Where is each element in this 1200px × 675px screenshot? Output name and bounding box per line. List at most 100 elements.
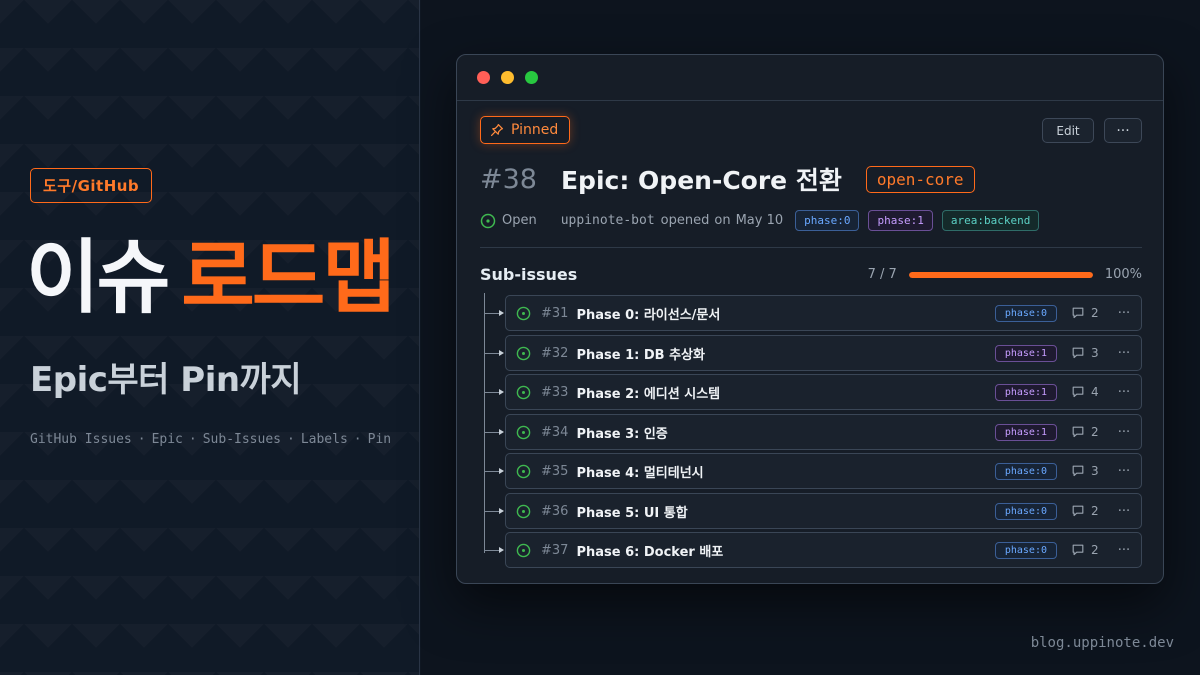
open-issue-icon bbox=[516, 385, 531, 399]
maximize-window-button[interactable] bbox=[525, 71, 538, 84]
sub-issue-row[interactable]: #36 Phase 5: UI 통합 phase:0 2 ··· bbox=[485, 493, 1142, 529]
sub-issue-label[interactable]: phase:1 bbox=[994, 383, 1057, 401]
category-badge: 도구/GitHub bbox=[30, 168, 153, 203]
hero-tag: Epic bbox=[151, 432, 183, 447]
hero-panel: 도구/GitHub 이슈 로드맵 Epic부터 Pin까지 GitHub Issu… bbox=[0, 0, 420, 675]
sub-issue-number: #35 bbox=[541, 463, 569, 479]
sub-issues-percent: 100% bbox=[1104, 267, 1142, 282]
progress-fill bbox=[908, 271, 1093, 278]
sub-issue-title[interactable]: Phase 4: 멀티테넌시 bbox=[576, 462, 703, 481]
open-issue-icon bbox=[516, 464, 531, 478]
hero-tag: GitHub Issues bbox=[30, 432, 132, 447]
hero-tag: Sub-Issues bbox=[202, 432, 281, 447]
open-issue-icon bbox=[516, 346, 531, 360]
sub-issue-row[interactable]: #37 Phase 6: Docker 배포 phase:0 2 ··· bbox=[485, 532, 1142, 568]
more-options-button[interactable]: ··· bbox=[1104, 118, 1142, 143]
hero-tags: GitHub Issues · Epic · Sub-Issues · Labels · Pin bbox=[30, 432, 391, 447]
sub-issues-heading: Sub-issues bbox=[480, 265, 578, 284]
row-more-button[interactable]: ··· bbox=[1107, 306, 1141, 321]
tree-arrow-icon bbox=[499, 310, 504, 316]
sub-issue-title[interactable]: Phase 0: 라이선스/문서 bbox=[576, 304, 720, 323]
pinned-badge: Pinned bbox=[480, 116, 571, 144]
comment-count[interactable]: 4 bbox=[1071, 385, 1107, 399]
open-issue-icon bbox=[480, 213, 496, 228]
comment-count[interactable]: 3 bbox=[1071, 464, 1107, 478]
label-chip[interactable]: area:backend bbox=[941, 210, 1040, 231]
label-chip[interactable]: phase:0 bbox=[795, 210, 860, 231]
comment-count[interactable]: 2 bbox=[1071, 425, 1107, 439]
row-more-button[interactable]: ··· bbox=[1107, 425, 1141, 440]
issue-state: Open bbox=[502, 213, 537, 228]
open-issue-icon bbox=[516, 425, 531, 439]
hero-tag: Labels bbox=[300, 432, 348, 447]
issue-header: #38 Epic: Open-Core 전환 open-core bbox=[480, 161, 975, 197]
row-more-button[interactable]: ··· bbox=[1107, 504, 1141, 519]
tag-separator: · bbox=[353, 432, 362, 447]
comment-icon bbox=[1072, 347, 1084, 359]
sub-issue-title[interactable]: Phase 6: Docker 배포 bbox=[576, 541, 723, 560]
comment-count[interactable]: 2 bbox=[1071, 504, 1107, 518]
comment-count-value: 2 bbox=[1091, 543, 1099, 557]
sub-issue-title[interactable]: Phase 5: UI 통합 bbox=[576, 502, 687, 521]
minimize-window-button[interactable] bbox=[501, 71, 514, 84]
sub-issues-count: 7 / 7 bbox=[867, 267, 897, 282]
sub-issue-title[interactable]: Phase 2: 에디션 시스템 bbox=[576, 383, 720, 402]
issue-author[interactable]: uppinote-bot bbox=[561, 213, 655, 228]
edit-button[interactable]: Edit bbox=[1042, 118, 1094, 143]
sub-issue-number: #33 bbox=[541, 384, 569, 400]
sub-issue-row[interactable]: #32 Phase 1: DB 추상화 phase:1 3 ··· bbox=[485, 335, 1142, 371]
row-more-button[interactable]: ··· bbox=[1107, 346, 1141, 361]
sub-issue-row[interactable]: #34 Phase 3: 인증 phase:1 2 ··· bbox=[485, 414, 1142, 450]
tag-separator: · bbox=[287, 432, 295, 447]
comment-icon bbox=[1072, 307, 1084, 319]
sub-issues-progress bbox=[908, 271, 1093, 278]
hero-title-orange: 로드맵 bbox=[181, 231, 396, 324]
divider bbox=[480, 247, 1142, 248]
sub-issue-label[interactable]: phase:1 bbox=[994, 344, 1057, 362]
comment-count-value: 2 bbox=[1091, 425, 1099, 439]
issue-window: Pinned Edit ··· #38 Epic: Open-Core 전환 o… bbox=[456, 54, 1164, 584]
comment-icon bbox=[1072, 505, 1084, 517]
hero-title-white: 이슈 bbox=[26, 231, 170, 324]
tree-arrow-icon bbox=[499, 468, 504, 474]
sub-issue-title[interactable]: Phase 1: DB 추상화 bbox=[576, 344, 705, 363]
comment-count-value: 3 bbox=[1091, 346, 1099, 360]
issue-title: Epic: Open-Core 전환 bbox=[560, 166, 842, 195]
comment-count-value: 2 bbox=[1091, 306, 1099, 320]
sub-issue-label[interactable]: phase:0 bbox=[994, 462, 1057, 480]
comment-count[interactable]: 3 bbox=[1071, 346, 1107, 360]
tree-line bbox=[484, 293, 485, 553]
sub-issue-number: #32 bbox=[541, 345, 569, 361]
issue-on: on bbox=[714, 213, 731, 228]
comment-count-value: 3 bbox=[1091, 464, 1099, 478]
sub-issues-header: Sub-issues 7 / 7 100% bbox=[480, 265, 1142, 284]
row-more-button[interactable]: ··· bbox=[1107, 464, 1141, 479]
comment-icon bbox=[1072, 386, 1084, 398]
sub-issue-row[interactable]: #31 Phase 0: 라이선스/문서 phase:0 2 ··· bbox=[485, 295, 1142, 331]
comment-count[interactable]: 2 bbox=[1071, 306, 1107, 320]
footer-site: blog.uppinote.dev bbox=[1030, 635, 1174, 651]
issue-meta: Open uppinote-bot opened on May 10 phase… bbox=[480, 210, 1048, 231]
hero-tag: Pin bbox=[367, 432, 392, 447]
open-issue-icon bbox=[516, 543, 531, 557]
hero-subtitle: Epic부터 Pin까지 bbox=[30, 360, 302, 400]
label-chip[interactable]: phase:1 bbox=[868, 210, 933, 231]
comment-icon bbox=[1072, 465, 1084, 477]
pinned-label: Pinned bbox=[511, 122, 559, 138]
row-more-button[interactable]: ··· bbox=[1107, 385, 1141, 400]
comment-count[interactable]: 2 bbox=[1071, 543, 1107, 557]
open-issue-icon bbox=[516, 306, 531, 320]
comment-icon bbox=[1072, 544, 1084, 556]
sub-issue-label[interactable]: phase:0 bbox=[994, 502, 1057, 520]
sub-issue-row[interactable]: #35 Phase 4: 멀티테넌시 phase:0 3 ··· bbox=[485, 453, 1142, 489]
issue-label[interactable]: open-core bbox=[865, 165, 975, 193]
sub-issue-row[interactable]: #33 Phase 2: 에디션 시스템 phase:1 4 ··· bbox=[485, 374, 1142, 410]
sub-issue-number: #36 bbox=[541, 503, 569, 519]
close-window-button[interactable] bbox=[477, 71, 490, 84]
tree-arrow-icon bbox=[499, 547, 504, 553]
sub-issue-label[interactable]: phase:1 bbox=[994, 423, 1057, 441]
sub-issue-label[interactable]: phase:0 bbox=[994, 541, 1057, 559]
row-more-button[interactable]: ··· bbox=[1107, 543, 1141, 558]
sub-issue-label[interactable]: phase:0 bbox=[994, 304, 1057, 322]
sub-issue-title[interactable]: Phase 3: 인증 bbox=[576, 423, 667, 442]
